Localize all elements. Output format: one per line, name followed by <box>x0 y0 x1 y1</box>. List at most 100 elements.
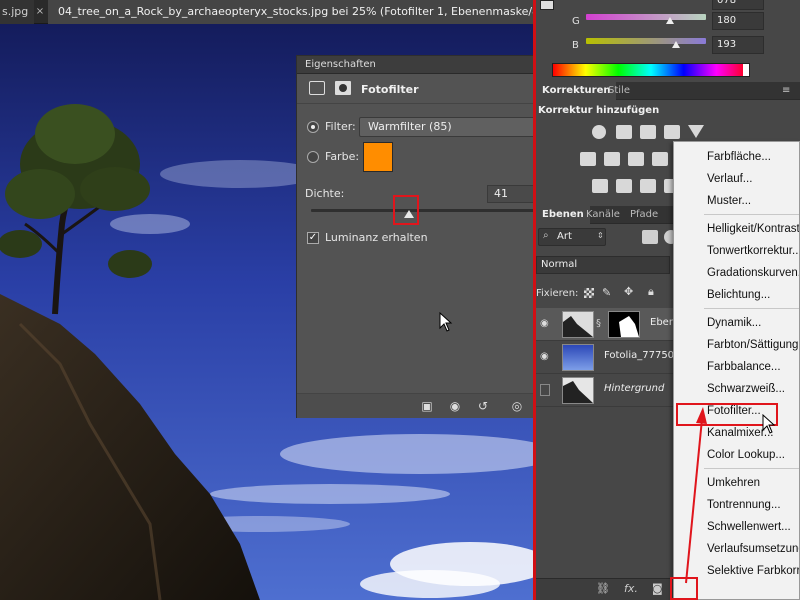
g-value-input[interactable]: 180 <box>712 12 764 30</box>
annotation-arrow <box>685 407 707 584</box>
mask-icon[interactable]: ◙ <box>652 582 663 595</box>
b-slider[interactable] <box>586 38 706 44</box>
layer-adjustment-thumbnail[interactable] <box>562 311 594 338</box>
lock-label: Fixieren: <box>536 288 579 299</box>
menu-separator <box>704 308 799 309</box>
visibility-toggle[interactable] <box>540 384 550 396</box>
menu-cursor-icon <box>762 414 776 434</box>
properties-heading: Fotofilter <box>361 83 419 96</box>
menu-item[interactable]: Schwarzweiß... <box>674 378 799 400</box>
filter-label: Filter: <box>325 120 356 133</box>
tab-kanaele[interactable]: Kanäle <box>580 206 626 224</box>
curves-icon[interactable] <box>640 125 656 139</box>
posterize-icon[interactable] <box>616 179 632 193</box>
g-slider[interactable] <box>586 14 706 20</box>
menu-item[interactable]: Farbbalance... <box>674 356 799 378</box>
layer-kind-filter[interactable]: ⌕ Art ⇕ <box>538 228 606 246</box>
menu-item[interactable]: Gradationskurven... <box>674 262 799 284</box>
b-slider-thumb[interactable] <box>672 41 680 48</box>
properties-title: Eigenschaften <box>305 59 376 70</box>
adjustment-icon[interactable] <box>309 81 325 95</box>
lock-all-icon[interactable]: 🔒︎ <box>648 285 654 299</box>
layer-thumbnail[interactable] <box>562 344 594 371</box>
photo-filter-icon[interactable] <box>652 152 668 166</box>
eye-icon[interactable]: ◉ <box>540 351 552 363</box>
tab-stile[interactable]: Stile <box>602 82 636 100</box>
properties-title-bar[interactable]: Eigenschaften <box>297 56 536 74</box>
menu-item[interactable]: Farbfläche... <box>674 146 799 168</box>
filter-radio[interactable] <box>307 121 319 133</box>
foreground-color-chip[interactable] <box>540 0 554 10</box>
b-value-input[interactable]: 193 <box>712 36 764 54</box>
visibility-icon[interactable]: ◎ <box>509 399 525 413</box>
luminance-checkbox[interactable]: ✓ <box>307 232 319 244</box>
density-label: Dichte: <box>305 187 345 200</box>
blend-mode-select[interactable]: Normal <box>536 256 670 274</box>
layer-mask-thumbnail[interactable] <box>608 311 640 338</box>
tab-pfade[interactable]: Pfade <box>624 206 664 224</box>
eye-icon[interactable]: ◉ <box>540 318 552 330</box>
menu-item[interactable]: Farbton/Sättigung... <box>674 334 799 356</box>
menu-item[interactable]: Helligkeit/Kontrast... <box>674 218 799 240</box>
color-swatch[interactable] <box>363 142 393 172</box>
color-label: Farbe: <box>325 150 360 163</box>
menu-item[interactable]: Muster... <box>674 190 799 212</box>
menu-item[interactable]: Tonwertkorrektur... <box>674 240 799 262</box>
layer-kind-value: Art <box>557 231 572 242</box>
black-white-icon[interactable] <box>628 152 644 166</box>
lock-transparency-icon[interactable] <box>584 288 594 298</box>
chevron-down-icon: ⇕ <box>597 231 604 240</box>
fx-icon[interactable]: fx. <box>624 582 638 595</box>
exposure-icon[interactable] <box>664 125 680 139</box>
document-tab-bar: s.jpg × 04_tree_on_a_Rock_by_archaeopter… <box>0 0 535 24</box>
menu-item[interactable]: Dynamik... <box>674 312 799 334</box>
document-tab-active[interactable]: 04_tree_on_a_Rock_by_archaeopteryx_stock… <box>48 0 535 24</box>
reset-icon[interactable]: ↺ <box>475 399 491 413</box>
properties-header: Fotofilter <box>297 74 536 104</box>
filter-select-value: Warmfilter (85) <box>368 120 452 133</box>
luminance-label: Luminanz erhalten <box>325 231 428 244</box>
document-tab-previous[interactable]: s.jpg <box>0 0 34 24</box>
menu-item[interactable]: Verlauf... <box>674 168 799 190</box>
panel-menu-icon[interactable]: ≡ <box>776 82 796 100</box>
layer-name: Eben <box>650 317 676 328</box>
search-icon: ⌕ <box>543 230 549 241</box>
b-label: B <box>572 40 579 51</box>
color-balance-icon[interactable] <box>604 152 620 166</box>
adjustment-button-highlight <box>670 577 698 600</box>
g-slider-thumb[interactable] <box>666 17 674 24</box>
layer-thumbnail[interactable] <box>562 377 594 404</box>
brightness-icon[interactable] <box>592 125 606 139</box>
add-adjustment-label: Korrektur hinzufügen <box>538 105 660 116</box>
red-divider <box>533 0 536 600</box>
g-label: G <box>572 16 580 27</box>
vibrance-icon[interactable] <box>688 125 704 138</box>
invert-icon[interactable] <box>592 179 608 193</box>
lock-image-icon[interactable]: ✎ <box>602 286 611 299</box>
menu-separator <box>704 214 799 215</box>
mask-icon[interactable] <box>335 81 351 95</box>
color-radio[interactable] <box>307 151 319 163</box>
color-spectrum[interactable] <box>552 63 750 77</box>
menu-item[interactable]: Belichtung... <box>674 284 799 306</box>
density-input[interactable]: 41 <box>487 185 536 203</box>
filter-pixel-icon[interactable] <box>642 230 658 244</box>
chain-link-icon[interactable]: § <box>596 318 601 329</box>
lock-position-icon[interactable]: ✥ <box>624 285 633 298</box>
r-value-input[interactable]: 078 <box>712 0 764 10</box>
link-icon[interactable]: ⛓ <box>596 582 610 595</box>
levels-icon[interactable] <box>616 125 632 139</box>
close-tab-icon[interactable]: × <box>34 0 46 24</box>
slider-highlight-box <box>393 195 419 225</box>
filter-select[interactable]: Warmfilter (85) <box>359 117 536 137</box>
properties-panel: Eigenschaften Fotofilter Filter: Warmfil… <box>296 55 536 418</box>
view-previous-icon[interactable]: ◉ <box>447 399 463 413</box>
density-slider-track[interactable] <box>311 209 536 212</box>
mouse-cursor-icon <box>439 312 453 332</box>
adjustments-tabs: Korrekturen Stile ≡ <box>536 82 800 100</box>
threshold-icon[interactable] <box>640 179 656 193</box>
properties-footer: ▣ ◉ ↺ ◎ <box>297 393 536 418</box>
clip-to-layer-icon[interactable]: ▣ <box>419 399 435 413</box>
hue-saturation-icon[interactable] <box>580 152 596 166</box>
blend-mode-value: Normal <box>541 259 578 270</box>
